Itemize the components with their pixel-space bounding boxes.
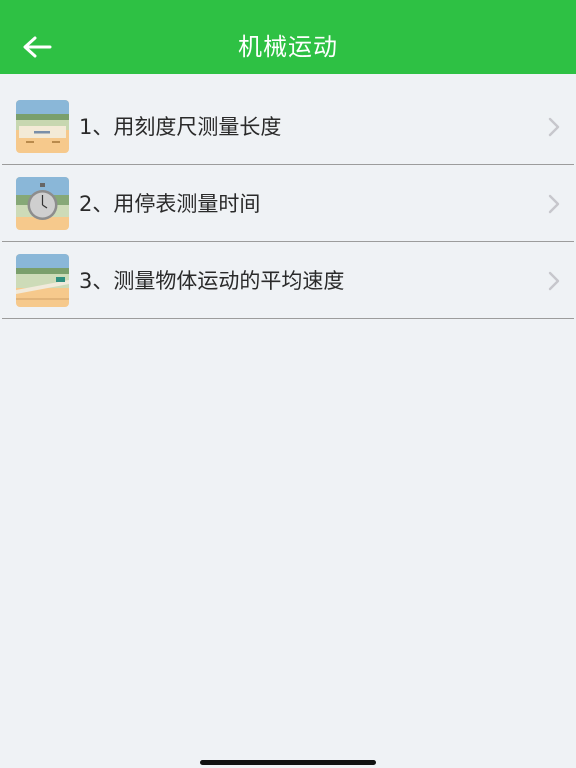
chevron-right-icon [548,117,560,137]
screen: 机械运动 1、用刻度尺测量长度 2、用停表测量时间 3、测量物体运动的平均速度 [0,0,576,768]
chevron-right-icon [548,271,560,291]
car-track-scene-thumbnail [16,254,69,307]
chevron-right-icon [548,194,560,214]
list-item-label: 1、用刻度尺测量长度 [79,115,282,139]
list-item-stopwatch[interactable]: 2、用停表测量时间 [0,165,576,242]
header-bar: 机械运动 [0,0,576,74]
list-item-label: 3、测量物体运动的平均速度 [79,269,345,293]
experiment-list: 1、用刻度尺测量长度 2、用停表测量时间 3、测量物体运动的平均速度 [0,88,576,319]
page-title: 机械运动 [238,33,338,61]
list-item-average-speed[interactable]: 3、测量物体运动的平均速度 [0,242,576,319]
list-item-label: 2、用停表测量时间 [79,192,261,216]
stopwatch-scene-thumbnail [16,177,69,230]
list-item-ruler[interactable]: 1、用刻度尺测量长度 [0,88,576,165]
ruler-scene-thumbnail [16,100,69,153]
home-indicator[interactable] [200,760,376,765]
